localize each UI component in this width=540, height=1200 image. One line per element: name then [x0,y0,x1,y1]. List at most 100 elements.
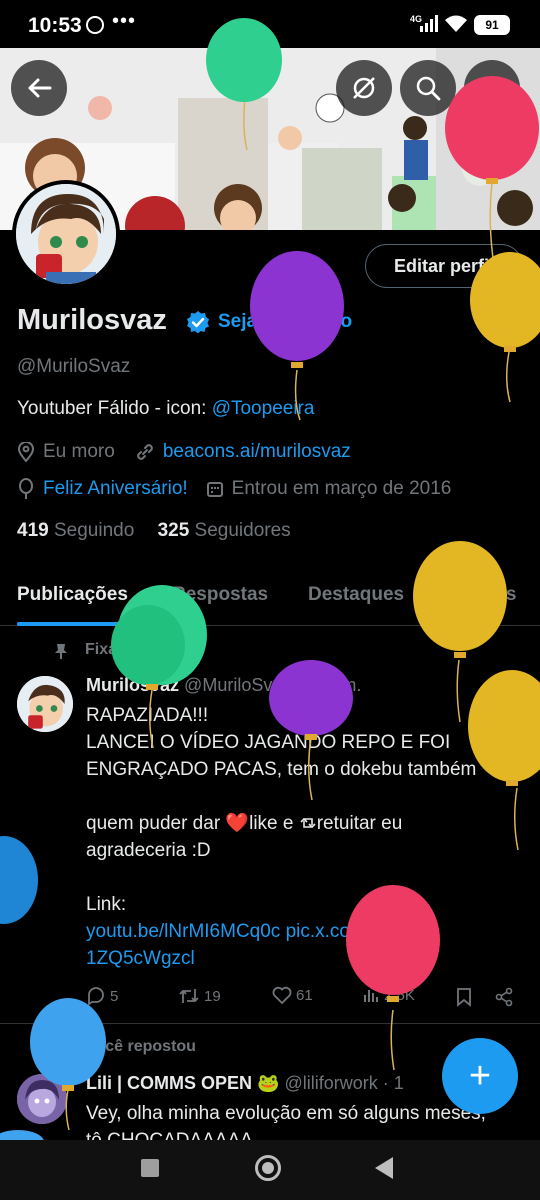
battery-icon: 91 [474,15,510,35]
location-pin-icon [17,442,35,462]
verified-badge-icon [187,311,209,334]
post-line: agradeceria :D [86,840,211,861]
post-line: LANCEI O VÍDEO JAGANDO REPO E FOI [86,732,451,753]
post-line: ENGRAÇADO PACAS, tem o dokebu também [86,759,477,780]
post-line: RAPAZIADA!!! [86,705,209,726]
tab-artigos[interactable]: Artigos [450,584,517,606]
repost-author-avatar[interactable] [17,1074,67,1124]
avatar-art [16,184,116,284]
like-button[interactable]: 61 [272,986,313,1004]
birthday-row: Feliz Aniversário! Entrou em março de 20… [17,478,451,500]
wifi-icon [445,15,467,32]
edit-profile-button[interactable]: Editar perfil [365,244,523,288]
balloon-icon [19,478,33,499]
status-time: 10:53 [28,14,82,37]
home-button[interactable] [255,1155,281,1181]
back-nav-button[interactable] [375,1157,393,1179]
post-header: Murilosvaz @MuriloSvaz · 30 jun. [86,675,361,696]
post-link[interactable]: youtu.be/lNrMI6MCq0c pic.x.com/ [86,918,526,945]
retweet-button[interactable]: 19 [178,986,221,1006]
arrow-left-icon [28,78,52,98]
post-actions: 5 19 61 2,5K [86,986,526,1010]
followers-link[interactable]: 325 Seguidores [158,520,291,541]
share-icon[interactable] [494,987,514,1007]
retweet-count: 19 [204,987,221,1005]
tab-destaques[interactable]: Destaques [308,584,404,606]
following-link[interactable]: 419 Seguindo [17,520,134,541]
retweet-inline-icon [300,818,316,828]
post-line-text: quem puder dar [86,813,226,834]
avatar-art [17,676,73,732]
retweet-icon [179,989,199,1003]
balloon-decoration [0,836,38,924]
birthday-link[interactable]: Feliz Aniversário! [43,478,188,500]
following-label: Seguindo [53,520,135,541]
bio-mention-link[interactable]: @Toopeeira [212,398,315,419]
views-button[interactable]: 2,5K [362,986,415,1004]
tab-publicacoes[interactable]: Publicações [17,584,128,606]
repost-label: Você repostou [86,1038,196,1055]
follow-counts: 419 Seguindo 325 Seguidores [17,520,291,542]
profile-tabs: Publicações Respostas Destaques Artigos [0,578,540,626]
compose-post-button[interactable]: + [442,1038,518,1114]
grok-button[interactable] [336,60,392,116]
post-text[interactable]: RAPAZIADA!!! LANCEI O VÍDEO JAGANDO REPO… [86,702,526,972]
back-button[interactable] [11,60,67,116]
followers-count: 325 [157,520,190,541]
get-verified-link[interactable]: Seja verificado [218,311,352,333]
pin-icon [55,644,67,659]
status-bar: 10:53 ••• 4G 91 [0,0,540,50]
post-handle-time: @MuriloSvaz · 30 jun. [184,675,362,695]
post-link[interactable]: 1ZQ5cWgzcl [86,945,526,972]
analytics-icon [364,990,378,1002]
pinned-label: Fixado [85,641,137,658]
post-divider [0,1023,540,1024]
post-author-name[interactable]: Murilosvaz [86,675,179,695]
post-line [86,783,526,810]
avatar-art [17,1074,67,1124]
joined-date: Entrou em março de 2016 [231,478,452,499]
profile-bio: Youtuber Fálido - icon: @Toopeeira [17,398,314,420]
reply-button[interactable]: 5 [86,986,118,1006]
following-count: 419 [17,520,49,541]
followers-label: Seguidores [194,520,291,541]
more-options-button[interactable] [464,60,520,116]
reply-count: 5 [110,987,119,1005]
balloon-decoration [413,541,507,723]
search-button[interactable] [400,60,456,116]
tab-respostas[interactable]: Respostas [172,584,268,606]
balloon-decoration [250,251,344,421]
website-link[interactable]: beacons.ai/murilosvaz [163,441,351,463]
recent-apps-button[interactable] [141,1159,159,1177]
more-notifications-icon: ••• [112,10,137,32]
repost-header: Lili | COMMS OPEN 🐸 @liliforwork · 1 [86,1073,404,1094]
repost-author-name[interactable]: Lili | COMMS OPEN [86,1073,252,1093]
heart-emoji: ❤️ [225,813,250,834]
location-text: Eu moro [43,441,115,462]
calendar-icon [206,482,223,497]
system-navigation-bar [0,1140,540,1200]
more-icon [479,85,505,91]
profile-handle: @MuriloSvaz [17,356,131,377]
profile-avatar[interactable] [12,180,120,288]
bookmark-icon[interactable] [456,987,472,1007]
repost-icon [52,1041,70,1055]
search-icon [416,76,441,101]
repost-author-emoji: 🐸 [257,1073,280,1093]
repost-handle-time: @liliforwork · 1 [284,1073,404,1093]
post-author-avatar[interactable] [17,676,73,732]
link-icon [137,444,153,460]
post-line: quem puder dar ❤️like e retuitar eu [86,810,526,837]
bio-text: Youtuber Fálido - icon: [17,398,212,419]
grok-icon [353,77,375,99]
whatsapp-icon [86,16,104,34]
post-line: Link: [86,894,127,915]
view-count: 2,5K [384,986,415,1004]
post-line [86,864,526,891]
location-row: Eu moro beacons.ai/murilosvaz [17,441,351,463]
heart-icon [272,986,292,1004]
post-line-text: retuitar eu [316,813,403,834]
post-line-text: like e [249,813,299,834]
active-tab-indicator [17,622,139,626]
reply-icon [88,987,104,1006]
